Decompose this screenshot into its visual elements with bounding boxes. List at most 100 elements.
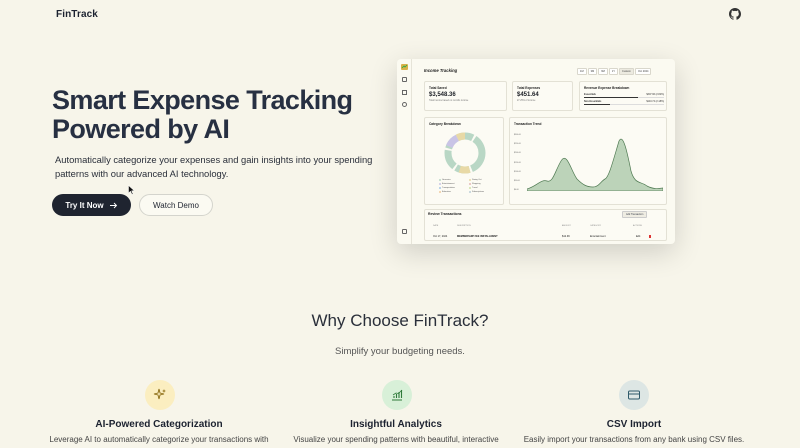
y-tick: $300.00 [514,134,521,136]
feature-desc: Visualize your spending patterns with be… [293,435,499,444]
y-tick: $100.00 [514,170,521,173]
legend-label: Travel [472,187,478,189]
dashboard-title: Income Tracking [424,68,458,73]
revenue-row-value: $143.74 (2.18%) [646,100,664,103]
range-tab[interactable]: 3M [587,68,598,75]
try-it-now-button[interactable]: Try It Now [52,194,131,216]
user-icon[interactable] [402,102,407,107]
card-value: $3,548.36 [429,92,456,98]
dashboard-sidebar [397,59,412,244]
legend-item: Shopping [469,183,480,185]
feature-title: CSV Import [606,419,662,430]
range-tab[interactable]: 1Y [608,68,619,75]
date-picker[interactable]: Oct 2024 [634,68,652,75]
logo[interactable]: FinTrack [56,9,98,20]
total-saved-card: Total Saved $3,548.36 Total Income based… [424,81,507,111]
card-label: Category Breakdown [429,122,461,126]
legend-item: Dining Out [469,179,481,181]
transaction-trend-card: Transaction Trend $300.00 $250.00 $200.0… [509,117,667,205]
delete-icon[interactable] [649,235,651,238]
top-nav: FinTrack [0,0,800,30]
table-header-category: CATEGORY [590,225,602,227]
revenue-bar [584,104,664,106]
legend-label: Transportation [442,187,455,189]
range-tabs: 1M 3M 6M 1Y Custom Oct 2024 [577,68,652,75]
card-value: $451.64 [517,92,539,98]
category-breakdown-card: Category Breakdown Groceries Dining Out … [424,117,504,205]
upload-icon[interactable] [402,90,407,95]
row-edit-action[interactable]: Edit [636,235,640,238]
y-tick: $200.00 [514,152,521,155]
watch-demo-button[interactable]: Watch Demo [139,194,213,216]
logout-icon[interactable] [402,229,407,234]
card-label: Revenue Expense Breakdown [584,86,630,90]
revenue-breakdown-card: Revenue Expense Breakdown Essentials $307… [579,81,667,111]
app-logo-icon [401,64,408,70]
legend-label: Subscriptions [472,191,485,193]
why-title: Why Choose FinTrack? [311,311,489,330]
y-axis-labels: $300.00 $250.00 $200.00 $150.00 $100.00 … [514,131,521,195]
hero-subtitle: Automatically categorize your expenses a… [55,154,373,179]
legend-item: Education [439,191,451,193]
dashboard-preview: Income Tracking 1M 3M 6M 1Y Custom Oct 2… [397,59,675,244]
card-sub: Total Income based on months income [429,100,469,102]
legend-item: Travel [469,187,477,189]
card-sub: 27.25% of income [517,100,536,102]
arrow-right-icon [109,202,117,208]
y-tick: $50.00 [514,180,520,183]
github-icon[interactable] [729,8,741,20]
range-tab[interactable]: 1M [577,68,587,75]
y-tick: $150.00 [514,161,521,164]
review-transactions-title: Review Transactions [428,212,462,216]
table-header-amount: AMOUNT [562,225,571,227]
legend-item: Entertainment [439,183,454,185]
trend-area-chart [527,138,663,191]
legend-item: Groceries [439,179,451,181]
y-tick: $250.00 [514,143,521,146]
y-tick: $0.00 [514,189,519,192]
feature-desc: Easily import your transactions from any… [523,435,745,444]
feature-icon-circle [619,380,649,410]
card-icon [628,390,640,400]
revenue-bar [584,97,664,99]
feature-title: Insightful Analytics [350,419,442,430]
legend-item: Subscriptions [469,191,484,193]
legend-label: Dining Out [472,179,482,181]
row-date: Oct 17, 2024 [433,235,448,238]
feature-title: AI-Powered Categorization [95,419,223,430]
feature-desc: Leverage AI to automatically categorize … [49,435,269,444]
hero-title-line2: Powered by AI [52,114,230,144]
revenue-row-value: $307.96 (2.82%) [646,93,664,96]
feature-icon-circle [145,380,175,410]
why-subtitle: Simplify your budgeting needs. [335,346,465,357]
table-header-actions: ACTIONS [633,225,642,227]
card-label: Total Expenses [517,86,541,90]
try-it-now-label: Try It Now [65,200,104,210]
chart-icon [392,389,403,401]
row-category: Entertainment [590,235,606,238]
table-header-date: DATE [433,225,439,227]
legend-label: Groceries [442,179,451,181]
total-expenses-card: Total Expenses $451.64 27.25% of income [512,81,573,111]
legend-label: Education [442,191,451,193]
feature-icon-circle [382,380,412,410]
category-donut-chart [444,132,486,174]
revenue-row: Essentials $307.96 (2.82%) [584,93,664,96]
card-label: Transaction Trend [514,122,542,126]
legend-label: Entertainment [442,183,455,185]
add-transaction-button[interactable]: Add Transaction [622,211,648,218]
mouse-cursor-icon [128,185,135,195]
row-description: MEMBERSHIP FEE INSTALLMENT [457,235,498,238]
legend-label: Shopping [472,183,481,185]
hero-title: Smart Expense Tracking Powered by AI [52,86,392,144]
range-tab-custom[interactable]: Custom [619,68,634,75]
home-icon[interactable] [402,77,407,82]
legend-item: Transportation [439,187,455,189]
revenue-row-name: Non-Essentials [584,100,602,103]
revenue-row-name: Essentials [584,93,596,96]
table-header-description: DESCRIPTION [457,225,471,227]
row-amount: $12.99 [562,235,570,238]
card-label: Total Saved [429,86,447,90]
range-tab[interactable]: 6M [598,68,608,75]
sparkles-icon [153,388,166,400]
